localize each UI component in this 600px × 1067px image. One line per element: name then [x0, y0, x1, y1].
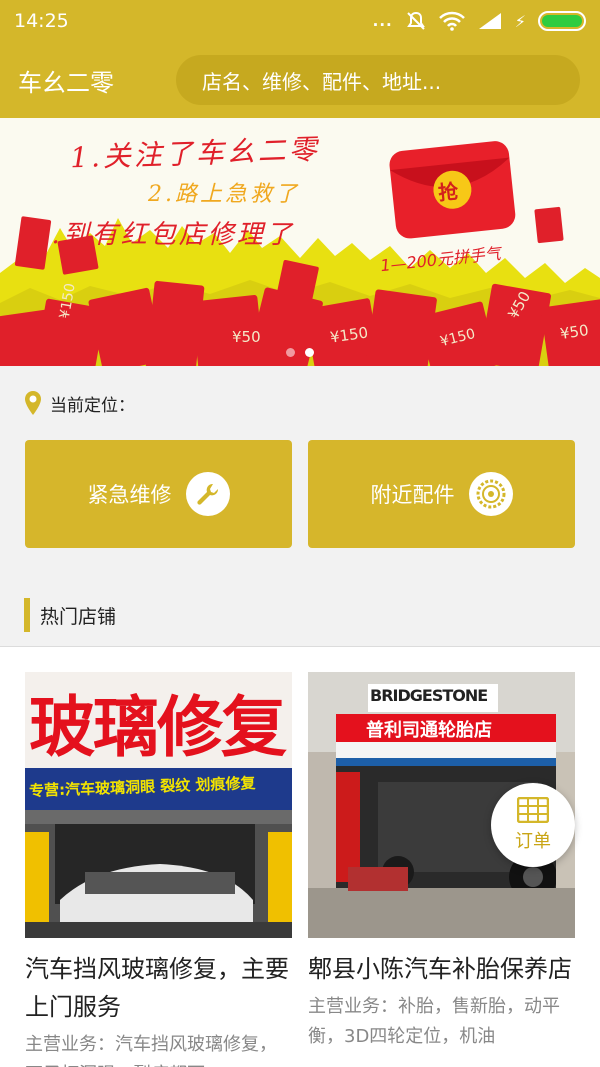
- section-accent-bar: [24, 598, 30, 632]
- tire-icon: [468, 472, 513, 516]
- shop-photo[interactable]: 玻璃修复 专营:汽车玻璃洞眼 裂纹 划痕修复: [25, 672, 292, 938]
- hot-shops-header: 热门店铺: [0, 584, 600, 646]
- status-time: 14:25: [14, 10, 69, 32]
- nearby-parts-button[interactable]: 附近配件: [308, 440, 575, 548]
- tire-brand-sign: BRIDGESTONE: [370, 686, 488, 705]
- envelope-grab-text: 抢: [436, 179, 460, 205]
- shop-card[interactable]: 玻璃修复 专营:汽车玻璃洞眼 裂纹 划痕修复 汽车挡风玻璃修复，主要上门服务 主…: [25, 672, 292, 1067]
- location-row[interactable]: 当前定位：: [0, 366, 600, 440]
- shop-name: 郫县小陈汽车补胎保养店: [308, 955, 572, 983]
- app-screen: 14:25 ... ⚡ 车幺二零 店名、维修、配件、地址... ¥150 ¥50…: [0, 0, 600, 1067]
- shop-desc: 主营业务：补胎，售新胎，动平衡，3D四轮定位，机油: [308, 996, 560, 1047]
- emergency-repair-button[interactable]: 紧急维修: [25, 440, 292, 548]
- emergency-repair-label: 紧急维修: [87, 483, 172, 507]
- app-header: 车幺二零 店名、维修、配件、地址...: [0, 42, 600, 118]
- notification-dots-icon: ...: [372, 12, 393, 30]
- charging-icon: ⚡: [514, 11, 526, 31]
- order-grid-icon: [517, 797, 549, 823]
- battery-icon: [538, 11, 586, 31]
- tire-store-sign: 普利司通轮胎店: [366, 720, 492, 741]
- banner-line-2: 2.路上急救了: [148, 182, 300, 207]
- nearby-parts-label: 附近配件: [370, 483, 455, 507]
- status-bar: 14:25 ... ⚡: [0, 0, 600, 42]
- shop-name: 汽车挡风玻璃修复，主要上门服务: [25, 955, 289, 1021]
- envelope-label: ¥50: [232, 328, 261, 346]
- location-label: 当前定位：: [50, 395, 135, 416]
- search-input[interactable]: 店名、维修、配件、地址...: [176, 55, 580, 105]
- wrench-icon: [185, 472, 230, 516]
- order-label: 订单: [515, 831, 551, 852]
- location-pin-icon: [25, 391, 41, 415]
- banner-pagination: [0, 348, 600, 357]
- app-title: 车幺二零: [18, 68, 114, 97]
- banner-dot[interactable]: [286, 348, 295, 357]
- banner-line-3: 3.到有红包店修理了: [32, 220, 295, 250]
- signal-icon: [478, 13, 501, 29]
- promo-banner[interactable]: ¥150 ¥50 ¥150 ¥50 ¥150 ¥50 1.关注了车幺二零 2.路…: [0, 118, 600, 366]
- order-button[interactable]: 订单: [491, 783, 575, 867]
- mute-icon: [406, 11, 425, 30]
- shop-sign-main: 玻璃修复: [29, 689, 287, 766]
- section-title: 热门店铺: [40, 605, 117, 628]
- status-icons: ... ⚡: [373, 10, 586, 32]
- banner-dot-active[interactable]: [305, 348, 314, 357]
- wifi-icon: [438, 11, 465, 31]
- shop-desc: 主营业务：汽车挡风玻璃修复，石子打洞眼，裂痕都可: [25, 1034, 277, 1067]
